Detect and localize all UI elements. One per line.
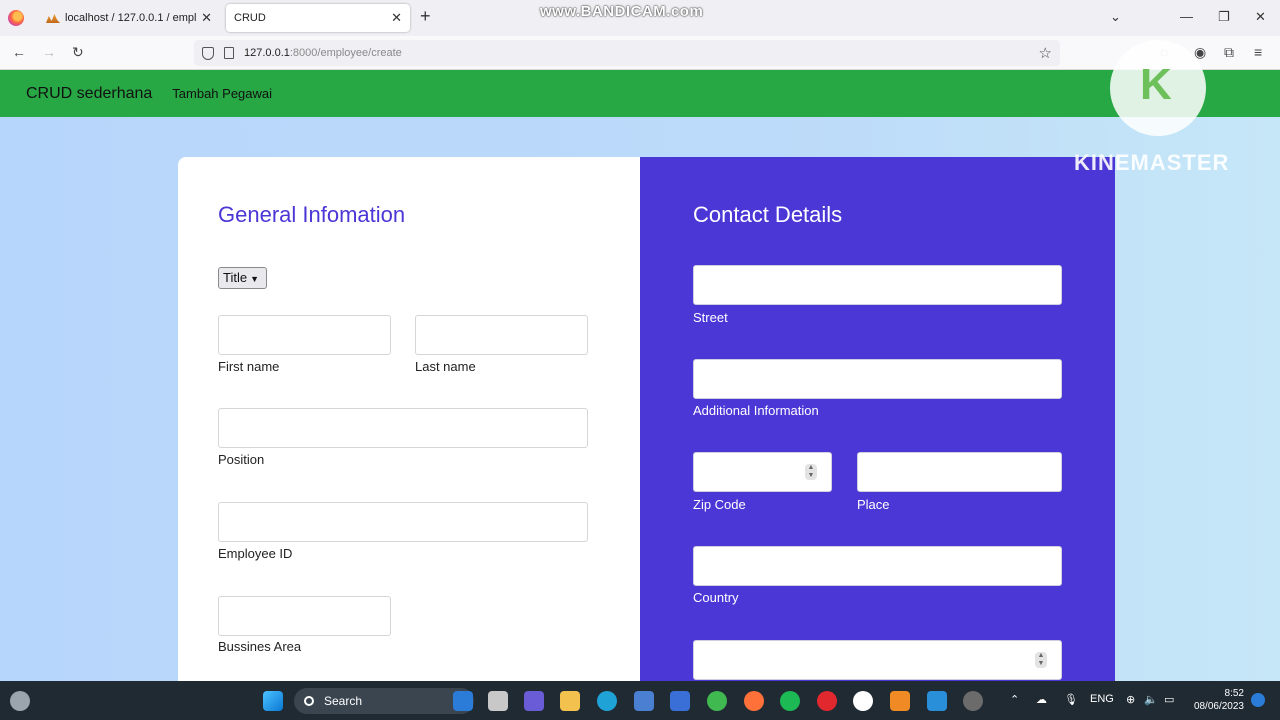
close-tab-icon[interactable]: ✕ [201, 10, 212, 26]
chevron-down-icon: ▼ [250, 274, 259, 284]
new-tab-button[interactable]: + [420, 6, 431, 27]
zip-code-input[interactable]: ▲ ▼ [693, 452, 832, 492]
xbox-icon[interactable] [707, 691, 727, 711]
title-select-value: Title [223, 270, 248, 285]
tab-crud[interactable]: CRUD ✕ [226, 4, 410, 32]
url-host: 127.0.0.1 [244, 47, 290, 59]
firefox-taskbar-icon[interactable] [744, 691, 764, 711]
zip-code-label: Zip Code [693, 497, 746, 512]
contact-details-panel: Contact Details Street Additional Inform… [640, 157, 1115, 687]
number-spinner-icon[interactable]: ▲ ▼ [805, 464, 817, 480]
xampp-icon[interactable] [890, 691, 910, 711]
browser-nav-bar: ← → ↻ 127.0.0.1:8000/employee/create ☆ ◌… [0, 36, 1280, 70]
forward-icon[interactable]: → [42, 44, 56, 60]
microphone-icon[interactable]: 🎙 [1064, 693, 1078, 706]
bookmark-star-icon[interactable]: ☆ [1039, 44, 1052, 62]
spotify-icon[interactable] [780, 691, 800, 711]
app-icon[interactable] [670, 691, 690, 711]
bing-icon[interactable] [453, 691, 473, 711]
reload-icon[interactable]: ↻ [72, 44, 84, 61]
first-name-label: First name [218, 359, 280, 374]
tab-title: CRUD [234, 12, 266, 24]
taskbar-search-label: Search [324, 694, 363, 708]
country-input[interactable] [693, 546, 1062, 586]
kinemaster-logo-letter: K [1140, 60, 1172, 109]
first-name-input[interactable] [218, 315, 391, 355]
onedrive-icon[interactable]: ☁ [1036, 693, 1047, 706]
close-window-button[interactable]: ✕ [1255, 9, 1266, 25]
app-brand[interactable]: CRUD sederhana [26, 85, 152, 103]
business-area-label: Bussines Area [218, 639, 302, 654]
vscode-icon[interactable] [927, 691, 947, 711]
language-indicator[interactable]: ENG [1090, 693, 1114, 705]
search-icon [304, 696, 314, 706]
page-info-icon[interactable] [224, 47, 234, 59]
start-windows-icon[interactable] [263, 691, 283, 711]
clock-time: 8:52 [1224, 688, 1244, 699]
windows-taskbar: Search ⌃ ☁ 🎙 ENG ⊕ 🔈 ▭ 8:52 08/06/2023 [0, 681, 1280, 720]
minimize-button[interactable]: — [1180, 9, 1193, 24]
bandicam-watermark: www.BANDICAM.com [540, 3, 704, 20]
kinemaster-watermark: KINEMASTER [1074, 150, 1230, 175]
media-player-icon[interactable] [963, 691, 983, 711]
shield-icon[interactable] [202, 46, 214, 60]
menu-icon[interactable]: ≡ [1254, 44, 1262, 60]
back-icon[interactable]: ← [12, 44, 26, 60]
bandicam-record-icon[interactable] [817, 691, 837, 711]
form-card: General Infomation Title ▼ First name Las… [178, 157, 1115, 687]
teams-chat-icon[interactable] [524, 691, 544, 711]
notification-icon[interactable] [1251, 693, 1265, 707]
extensions-icon[interactable]: ⧉ [1224, 44, 1234, 61]
country-label: Country [693, 590, 739, 605]
title-select[interactable]: Title ▼ [218, 267, 267, 289]
general-info-heading: General Infomation [218, 202, 406, 227]
network-icon[interactable]: ⊕ [1126, 693, 1135, 706]
phone-input[interactable]: ▲ ▼ [693, 640, 1062, 680]
last-name-label: Last name [415, 359, 476, 374]
additional-information-input[interactable] [693, 359, 1062, 399]
volume-icon[interactable]: 🔈 [1144, 693, 1158, 706]
additional-information-label: Additional Information [693, 403, 819, 418]
obs-icon[interactable] [853, 691, 873, 711]
tab-title: localhost / 127.0.0.1 / employee [65, 12, 197, 24]
street-input[interactable] [693, 265, 1062, 305]
position-label: Position [218, 452, 265, 467]
file-explorer-icon[interactable] [560, 691, 580, 711]
employee-id-input[interactable] [218, 502, 588, 542]
number-spinner-icon[interactable]: ▲ ▼ [1035, 652, 1047, 668]
close-tab-icon[interactable]: ✕ [391, 10, 402, 26]
app-navbar: CRUD sederhana Tambah Pegawai [0, 70, 1280, 117]
business-area-input[interactable] [218, 596, 391, 636]
nav-link-tambah-pegawai[interactable]: Tambah Pegawai [172, 86, 272, 101]
maximize-button[interactable]: ❐ [1218, 9, 1230, 25]
taskbar-search[interactable]: Search [294, 688, 474, 714]
edge-icon[interactable] [597, 691, 617, 711]
firefox-icon[interactable] [8, 10, 24, 26]
employee-id-label: Employee ID [218, 546, 293, 561]
phpmyadmin-favicon-icon [46, 14, 60, 23]
address-bar[interactable]: 127.0.0.1:8000/employee/create ☆ [194, 40, 1060, 66]
place-input[interactable] [857, 452, 1062, 492]
battery-icon[interactable]: ▭ [1164, 693, 1174, 706]
list-tabs-icon[interactable]: ⌄ [1110, 9, 1121, 25]
taskbar-clock[interactable]: 8:52 08/06/2023 [1190, 687, 1244, 713]
url-path: :8000/employee/create [289, 47, 402, 59]
weather-icon[interactable] [10, 691, 30, 711]
store-icon[interactable] [634, 691, 654, 711]
task-view-icon[interactable] [488, 691, 508, 711]
tray-chevron-up-icon[interactable]: ⌃ [1010, 693, 1019, 706]
position-input[interactable] [218, 408, 588, 448]
tab-phpmyadmin[interactable]: localhost / 127.0.0.1 / employee ✕ [38, 4, 220, 32]
clock-date: 08/06/2023 [1193, 701, 1244, 712]
place-label: Place [857, 497, 890, 512]
street-label: Street [693, 310, 728, 325]
last-name-input[interactable] [415, 315, 588, 355]
contact-details-heading: Contact Details [693, 202, 843, 227]
